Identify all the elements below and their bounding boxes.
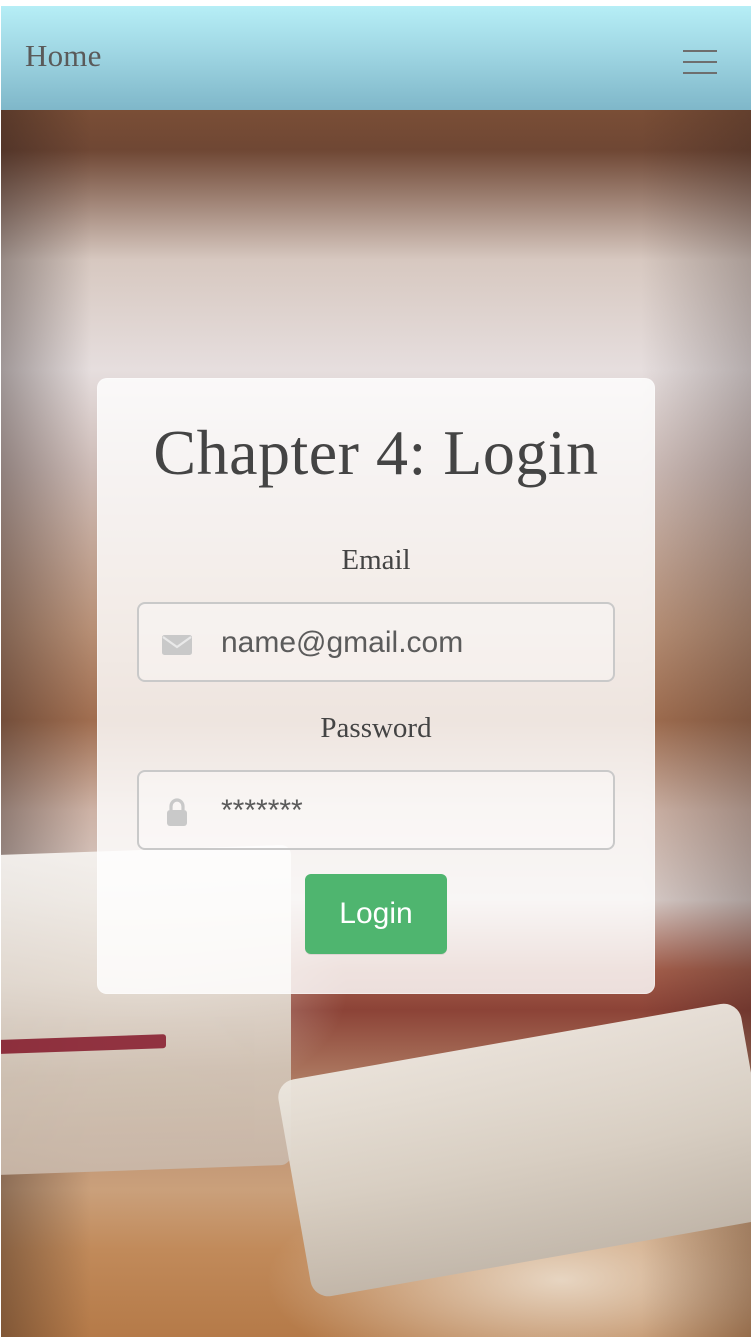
- email-label: Email: [341, 544, 411, 576]
- password-label: Password: [320, 712, 432, 744]
- hamburger-line: [683, 72, 717, 74]
- login-button[interactable]: Login: [305, 874, 447, 954]
- email-field[interactable]: [137, 602, 615, 682]
- envelope-icon: [162, 635, 192, 655]
- hamburger-line: [683, 61, 717, 63]
- hamburger-line: [683, 50, 717, 52]
- password-input[interactable]: [219, 772, 603, 850]
- home-link[interactable]: Home: [25, 40, 102, 71]
- open-book: [275, 1000, 751, 1300]
- lock-icon: [167, 798, 187, 826]
- top-navbar: Home: [1, 6, 751, 110]
- email-input[interactable]: [219, 604, 603, 682]
- login-card: Chapter 4: Login Email Password Login: [97, 378, 655, 994]
- password-field[interactable]: [137, 770, 615, 850]
- hamburger-menu-button[interactable]: [683, 50, 717, 76]
- page-title: Chapter 4: Login: [153, 417, 599, 488]
